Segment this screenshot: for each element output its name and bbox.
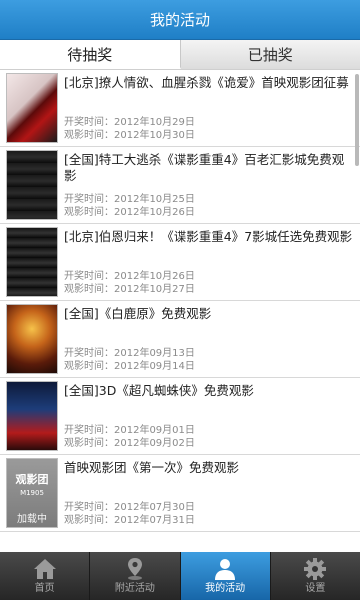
page-title: 我的活动: [0, 0, 360, 40]
location-pin-icon: [127, 558, 142, 580]
tab-pending-draw[interactable]: 待抽奖: [0, 40, 181, 69]
nav-my-activities[interactable]: 我的活动: [180, 552, 271, 600]
list-item[interactable]: [北京]撩人情欲、血腥杀戮《诡爱》首映观影团征募 开奖时间：2012年10月29…: [0, 70, 360, 147]
placeholder-poster-image: 观影团 M1905 加载中: [6, 458, 58, 528]
activity-title: [全国]特工大逃杀《谍影重重4》百老汇影城免费观影: [64, 152, 345, 183]
draw-time: 开奖时间：2012年10月29日: [64, 117, 195, 128]
movie-poster-image: [6, 150, 58, 220]
watch-time: 观影时间：2012年09月14日: [64, 361, 195, 372]
poster-logo-subtext: M1905: [20, 489, 44, 497]
watch-time: 观影时间：2012年09月02日: [64, 438, 195, 449]
activity-title: [全国]3D《超凡蜘蛛侠》免费观影: [64, 383, 254, 398]
user-icon: [215, 559, 236, 580]
nav-settings[interactable]: 设置: [271, 552, 360, 600]
watch-time: 观影时间：2012年10月27日: [64, 284, 195, 295]
activity-title: [全国]《白鹿原》免费观影: [64, 306, 212, 321]
draw-time: 开奖时间：2012年07月30日: [64, 502, 195, 513]
nav-nearby-activities[interactable]: 附近活动: [90, 552, 181, 600]
nav-label: 设置: [305, 583, 326, 594]
draw-time: 开奖时间：2012年09月13日: [64, 348, 195, 359]
movie-poster-image: [6, 73, 58, 143]
movie-poster-image: [6, 304, 58, 374]
list-item[interactable]: [全国]《白鹿原》免费观影 开奖时间：2012年09月13日 观影时间：2012…: [0, 301, 360, 378]
nav-label: 附近活动: [114, 583, 155, 594]
watch-time: 观影时间：2012年10月26日: [64, 207, 195, 218]
activity-title: [北京]撩人情欲、血腥杀戮《诡爱》首映观影团征募: [64, 75, 349, 90]
list-item[interactable]: 观影团 M1905 加载中 首映观影团《第一次》免费观影 开奖时间：2012年0…: [0, 455, 360, 532]
tab-drawn[interactable]: 已抽奖: [180, 40, 360, 69]
movie-poster-image: [6, 227, 58, 297]
list-item[interactable]: [全国]3D《超凡蜘蛛侠》免费观影 开奖时间：2012年09月01日 观影时间：…: [0, 378, 360, 455]
gear-icon: [304, 558, 327, 580]
nav-home[interactable]: 首页: [0, 552, 91, 600]
nav-label: 我的活动: [205, 583, 246, 594]
movie-poster-image: [6, 381, 58, 451]
loading-label: 加载中: [17, 514, 47, 525]
activity-title: [北京]伯恩归来！《谍影重重4》7影城任选免费观影: [64, 229, 353, 244]
watch-time: 观影时间：2012年07月31日: [64, 515, 195, 526]
list-item[interactable]: [北京]伯恩归来！《谍影重重4》7影城任选免费观影 开奖时间：2012年10月2…: [0, 224, 360, 301]
draw-time: 开奖时间：2012年10月25日: [64, 194, 195, 205]
bottom-nav: 首页 附近活动 我的活动 设置: [0, 552, 360, 600]
nav-label: 首页: [34, 583, 55, 594]
watch-time: 观影时间：2012年10月30日: [64, 130, 195, 141]
list-item[interactable]: [全国]特工大逃杀《谍影重重4》百老汇影城免费观影 开奖时间：2012年10月2…: [0, 147, 360, 224]
activity-title: 首映观影团《第一次》免费观影: [64, 460, 240, 475]
home-icon: [33, 559, 56, 579]
scrollbar[interactable]: [355, 74, 359, 166]
poster-logo-text: 观影团: [15, 473, 49, 486]
activity-list[interactable]: [北京]撩人情欲、血腥杀戮《诡爱》首映观影团征募 开奖时间：2012年10月29…: [0, 70, 360, 548]
tab-bar: 待抽奖 已抽奖: [0, 40, 360, 70]
draw-time: 开奖时间：2012年10月26日: [64, 271, 195, 282]
draw-time: 开奖时间：2012年09月01日: [64, 425, 195, 436]
